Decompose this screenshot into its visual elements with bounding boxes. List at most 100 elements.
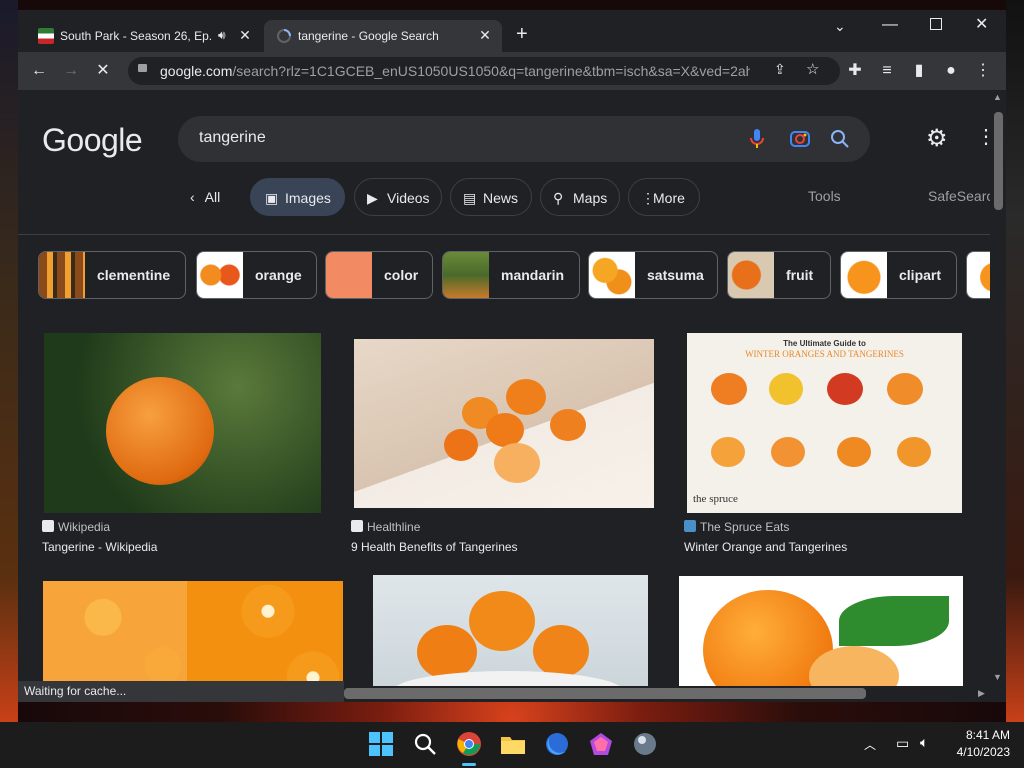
related-chip-orange[interactable]: orange xyxy=(196,251,317,299)
result-title[interactable]: Winter Orange and Tangerines xyxy=(684,540,847,554)
chip-thumbnail xyxy=(967,252,990,298)
scroll-down-arrow-icon[interactable]: ▼ xyxy=(993,672,1002,682)
result-image-healthline[interactable] xyxy=(354,339,654,508)
related-chip-clementine[interactable]: clementine xyxy=(38,251,186,299)
related-chip-mandarin[interactable]: mandarin xyxy=(442,251,580,299)
chip-label: fruit xyxy=(786,267,814,283)
menu-kebab-icon[interactable]: ⋮ xyxy=(970,58,996,84)
tab-images[interactable]: ▣ Images xyxy=(250,178,345,216)
lens-camera-icon[interactable] xyxy=(790,129,810,149)
chrome-taskbar-icon[interactable] xyxy=(456,731,484,759)
settings-gear-icon[interactable]: ⚙ xyxy=(926,124,948,153)
extensions-icon[interactable]: ✚ xyxy=(842,58,868,84)
vertical-scroll-thumb[interactable] xyxy=(994,112,1003,210)
tab-news[interactable]: ▤ News xyxy=(450,178,532,216)
tab-more[interactable]: ⋮ More xyxy=(628,178,700,216)
status-bubble: Waiting for cache... xyxy=(18,681,344,702)
tools-button[interactable]: Tools xyxy=(808,188,841,204)
taskbar-search-icon[interactable] xyxy=(412,731,440,759)
show-hidden-icons-icon[interactable]: ︿ xyxy=(864,736,876,753)
related-chip-color[interactable]: color xyxy=(325,251,433,299)
google-logo[interactable]: Google xyxy=(42,122,143,159)
tab-videos[interactable]: ▶ Videos xyxy=(354,178,442,216)
video-icon: ▶ xyxy=(367,190,378,206)
profile-icon[interactable]: ● xyxy=(938,58,964,84)
chip-label: color xyxy=(384,267,419,283)
tab-maps[interactable]: ⚲ Maps xyxy=(540,178,620,216)
horizontal-scroll-thumb[interactable] xyxy=(344,688,866,699)
tab-all[interactable]: ‹ All xyxy=(190,178,220,216)
result-source[interactable]: Wikipedia xyxy=(42,520,110,534)
page-content: Google tangerine ⚙ ⋮⋮ ‹ All ▣ Images ▶ Vi… xyxy=(18,90,990,702)
url-path: /search?rlz=1C1GCEB_enUS1050US1050&q=tan… xyxy=(232,63,750,79)
result-source[interactable]: The Spruce Eats xyxy=(684,520,789,534)
media-control-icon[interactable]: ≡ xyxy=(874,58,900,84)
minimize-icon[interactable]: — xyxy=(882,16,898,34)
maximize-icon[interactable] xyxy=(930,18,942,30)
tab-search-icon[interactable]: ⌄ xyxy=(834,18,846,35)
address-bar[interactable]: google.com/search?rlz=1C1GCEB_enUS1050US… xyxy=(128,57,840,85)
bookmark-star-icon[interactable]: ☆ xyxy=(806,60,819,78)
back-icon[interactable]: ← xyxy=(26,58,52,84)
related-chip-partial[interactable] xyxy=(966,251,990,299)
new-tab-icon[interactable]: + xyxy=(516,24,528,44)
related-chip-fruit[interactable]: fruit xyxy=(727,251,831,299)
network-icon[interactable]: ▭ xyxy=(896,735,909,752)
volume-icon[interactable]: 🔈︎ xyxy=(920,734,928,751)
stop-loading-icon[interactable]: ✕ xyxy=(90,58,116,84)
close-tab-icon[interactable]: ✕ xyxy=(236,26,254,44)
result-image-illustration[interactable] xyxy=(679,576,963,702)
search-query[interactable]: tangerine xyxy=(199,129,266,147)
apps-grid-icon[interactable]: ⋮⋮ xyxy=(976,124,990,149)
tab-google-search[interactable]: tangerine - Google Search ✕ xyxy=(264,20,502,52)
microphone-icon[interactable] xyxy=(748,128,766,150)
chip-thumbnail xyxy=(841,252,887,298)
result-image-bowl[interactable] xyxy=(373,575,648,702)
share-icon[interactable]: ⇪ xyxy=(774,61,786,78)
scroll-right-arrow-icon[interactable]: ▶ xyxy=(978,688,985,699)
result-title[interactable]: Tangerine - Wikipedia xyxy=(42,540,157,554)
related-chip-satsuma[interactable]: satsuma xyxy=(588,251,718,299)
image-icon: ▣ xyxy=(265,190,279,206)
close-window-icon[interactable]: ✕ xyxy=(975,14,988,34)
safesearch-button[interactable]: SafeSearch xyxy=(928,188,990,204)
search-icon[interactable] xyxy=(830,129,850,149)
news-icon: ▤ xyxy=(463,190,477,206)
infographic-subtitle: WINTER ORANGES AND TANGERINES xyxy=(745,349,904,359)
result-source[interactable]: Healthline xyxy=(351,520,420,534)
speaker-icon[interactable]: 🔊︎ xyxy=(218,28,226,43)
spruce-eats-favicon-icon xyxy=(684,520,696,532)
chip-thumbnail xyxy=(728,252,774,298)
result-image-spruce-eats[interactable]: The Ultimate Guide to WINTER ORANGES AND… xyxy=(687,333,962,513)
side-panel-icon[interactable]: ▮ xyxy=(906,58,932,84)
lock-icon[interactable] xyxy=(138,64,147,72)
copilot-app-icon[interactable] xyxy=(588,731,616,759)
scroll-up-arrow-icon[interactable]: ▲ xyxy=(993,92,1002,102)
url-text: google.com/search?rlz=1C1GCEB_enUS1050US… xyxy=(160,63,750,79)
tab-more-label: More xyxy=(653,190,685,206)
close-tab-icon[interactable]: ✕ xyxy=(476,26,494,44)
taskbar-clock[interactable]: 8:41 AM 4/10/2023 xyxy=(946,728,1010,759)
spruce-brand: the spruce xyxy=(693,493,738,505)
tangerine-fruit xyxy=(486,413,524,447)
firefox-icon[interactable] xyxy=(544,731,572,759)
result-image-wikipedia[interactable] xyxy=(44,333,321,513)
browser-window: South Park - Season 26, Ep. 6 🔊︎ ✕ tange… xyxy=(18,10,1006,702)
file-explorer-icon[interactable] xyxy=(500,731,528,759)
tab-south-park[interactable]: South Park - Season 26, Ep. 6 🔊︎ ✕ xyxy=(26,20,262,52)
search-input[interactable]: tangerine xyxy=(178,116,870,162)
desktop-edge-right xyxy=(1006,0,1024,722)
sphere-app-icon[interactable] xyxy=(632,731,660,759)
chip-label: mandarin xyxy=(501,267,565,283)
peeled-tangerine xyxy=(494,443,540,483)
result-title[interactable]: 9 Health Benefits of Tangerines xyxy=(351,540,518,554)
windows-start-icon[interactable] xyxy=(368,731,396,759)
chip-label: satsuma xyxy=(647,267,704,283)
forward-icon[interactable]: → xyxy=(58,58,84,84)
chevron-left-icon: ‹ xyxy=(190,189,195,205)
related-chip-clipart[interactable]: clipart xyxy=(840,251,957,299)
orange-illustration xyxy=(711,373,747,405)
tab-label: South Park - Season 26, Ep. 6 xyxy=(60,29,212,43)
chip-label: orange xyxy=(255,267,302,283)
orange-illustration xyxy=(897,437,931,467)
